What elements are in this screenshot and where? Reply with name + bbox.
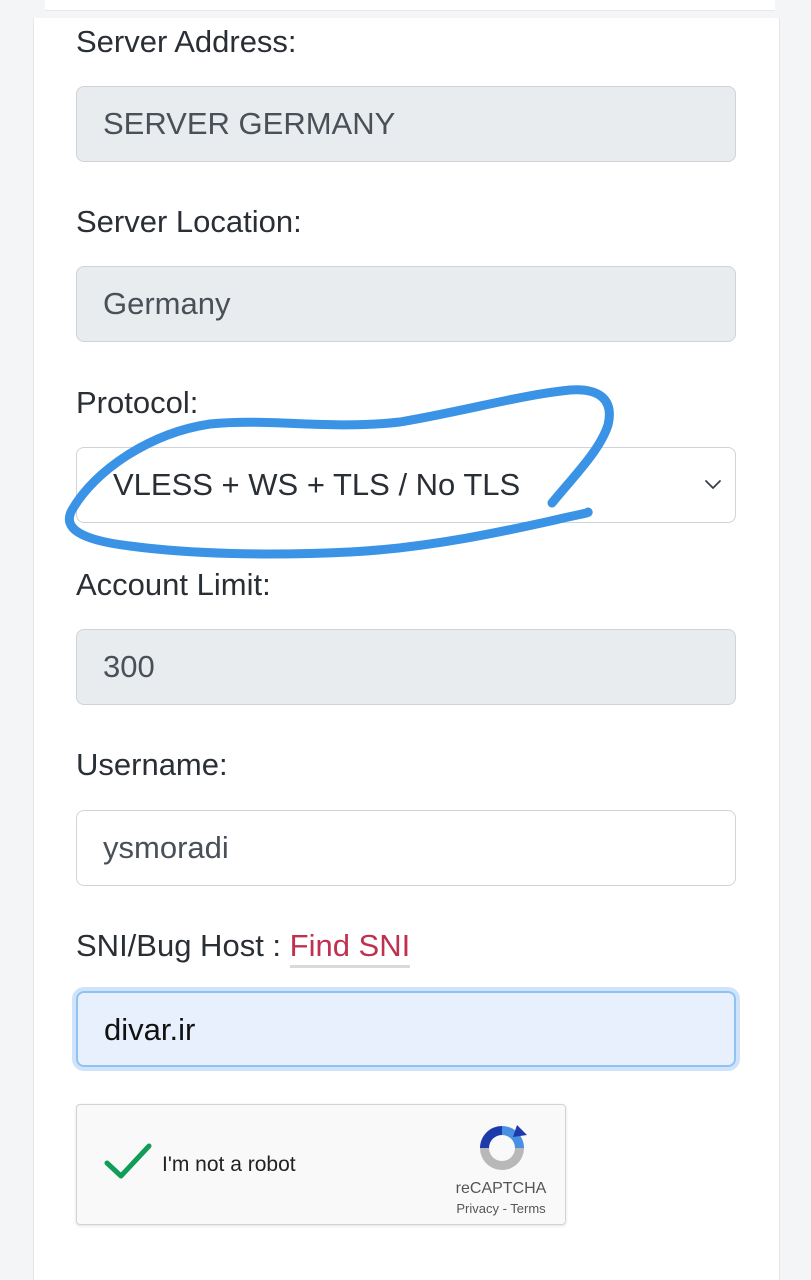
recaptcha-brand: reCAPTCHA [455, 1180, 547, 1197]
chevron-down-icon [705, 480, 721, 489]
account-limit-label: Account Limit: [76, 567, 271, 602]
privacy-link[interactable]: Privacy [456, 1201, 499, 1216]
server-location-field: Germany [76, 266, 736, 342]
recaptcha-logo-icon [480, 1125, 527, 1170]
sni-label: SNI/Bug Host : Find SNI [76, 926, 411, 968]
links-separator: - [498, 1201, 511, 1216]
terms-link[interactable]: Terms [510, 1201, 545, 1216]
top-bar [0, 0, 811, 18]
sni-label-text: SNI/Bug Host : [76, 928, 290, 963]
sni-input[interactable]: divar.ir [76, 991, 736, 1067]
protocol-label: Protocol: [76, 385, 199, 420]
username-input[interactable]: ysmoradi [76, 810, 736, 886]
server-location-label: Server Location: [76, 204, 302, 239]
recaptcha-label: I'm not a robot [162, 1153, 296, 1176]
protocol-selected-value: VLESS + WS + TLS / No TLS [113, 467, 521, 502]
top-strip [45, 0, 775, 11]
recaptcha-widget: I'm not a robot reCAPTCHA Privacy - Term… [76, 1104, 566, 1225]
server-address-field: SERVER GERMANY [76, 86, 736, 162]
protocol-select[interactable]: VLESS + WS + TLS / No TLS [76, 447, 736, 523]
recaptcha-links: Privacy - Terms [447, 1200, 555, 1218]
find-sni-link[interactable]: Find SNI [289, 928, 411, 968]
username-label: Username: [76, 747, 228, 782]
checkmark-icon[interactable] [103, 1141, 153, 1183]
server-address-label: Server Address: [76, 24, 297, 59]
account-limit-field: 300 [76, 629, 736, 705]
